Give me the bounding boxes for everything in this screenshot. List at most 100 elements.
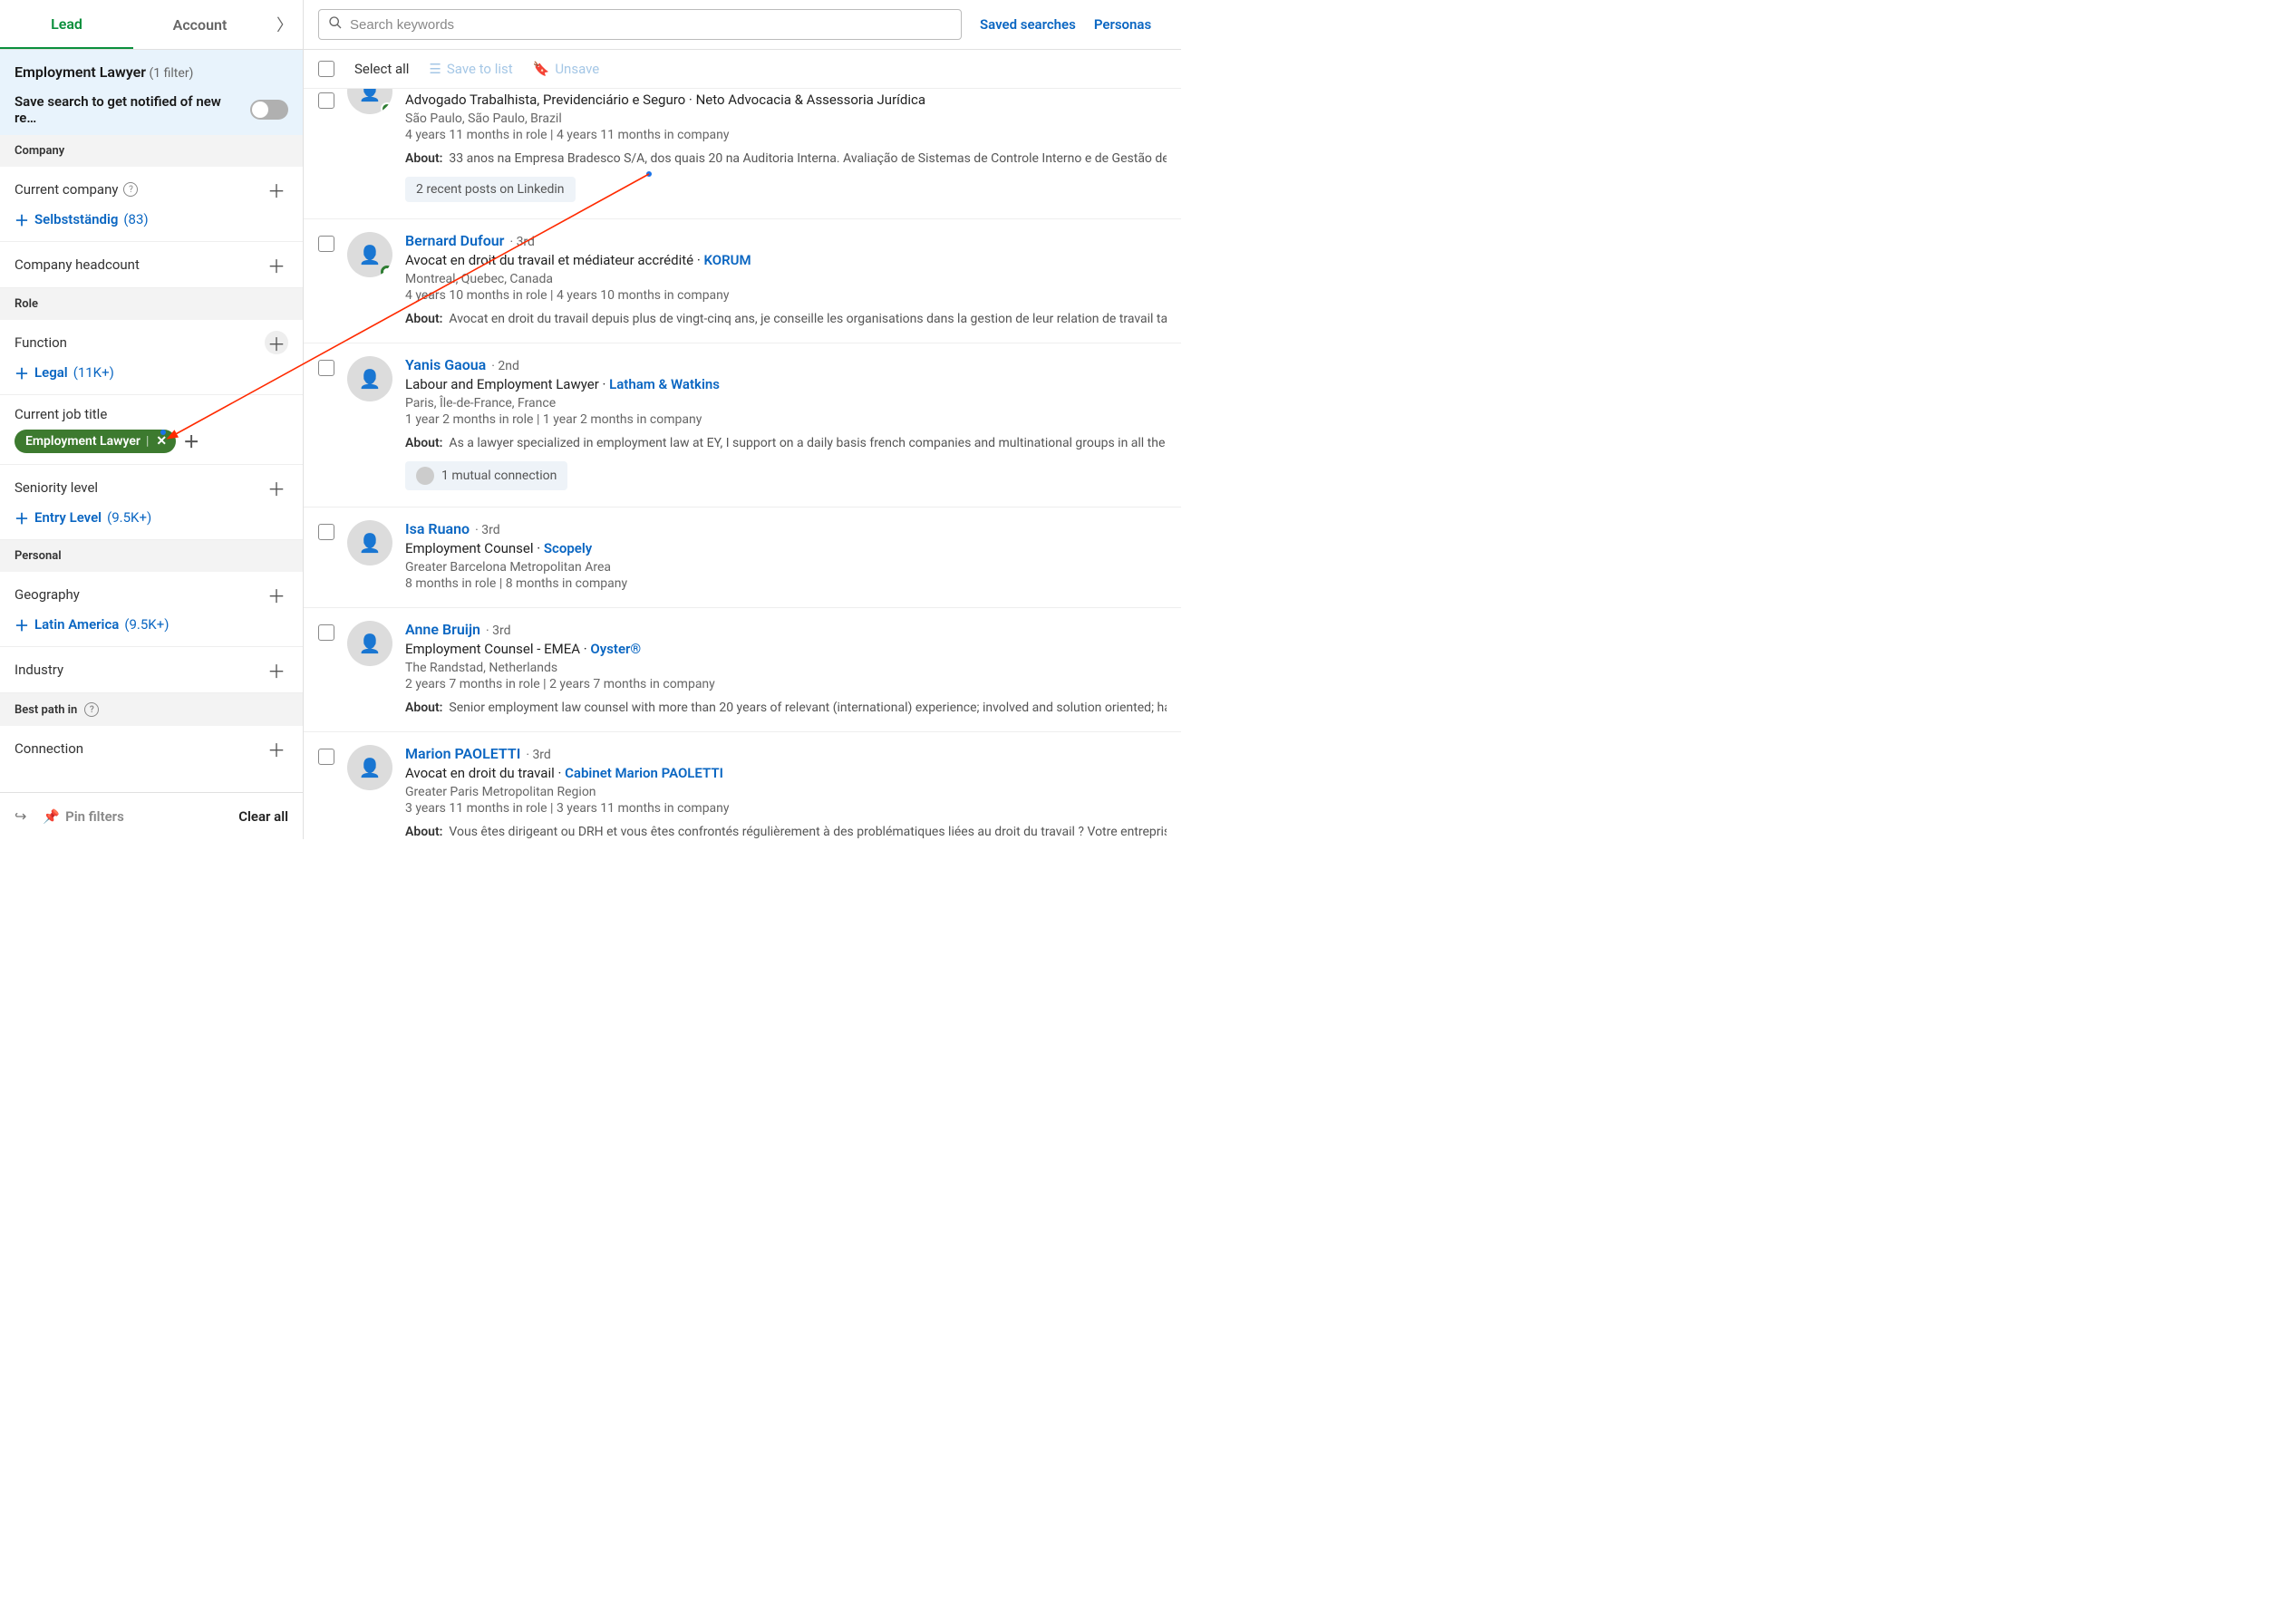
- result-chip[interactable]: 1 mutual connection: [405, 461, 567, 490]
- avatar[interactable]: 👤: [347, 621, 392, 666]
- add-filter-button[interactable]: ＋: [265, 476, 288, 499]
- bookmark-icon: 🔖: [533, 61, 550, 77]
- about-snippet: About: Senior employment law counsel wit…: [405, 701, 1167, 715]
- company-link[interactable]: Cabinet Marion PAOLETTI: [565, 765, 723, 781]
- avatar[interactable]: 👤: [347, 232, 392, 277]
- result-checkbox[interactable]: [318, 624, 334, 641]
- tab-account[interactable]: Account: [133, 0, 266, 49]
- search-icon: [328, 15, 343, 34]
- add-filter-button[interactable]: ＋: [265, 658, 288, 682]
- filter-value-seniority[interactable]: ＋ Entry Level (9.5K+): [15, 507, 288, 528]
- filter-value-count: (11K+): [73, 364, 114, 381]
- result-tenure: 1 year 2 months in role | 1 year 2 month…: [405, 412, 1167, 427]
- save-search-toggle[interactable]: [250, 100, 288, 120]
- result-checkbox[interactable]: [318, 524, 334, 540]
- avatar[interactable]: 👤: [347, 356, 392, 401]
- result-checkbox[interactable]: [318, 749, 334, 765]
- company-link[interactable]: Scopely: [544, 540, 592, 556]
- saved-searches-link[interactable]: Saved searches: [980, 16, 1076, 33]
- search-keywords-box[interactable]: [318, 9, 962, 40]
- main-panel: Saved searches Personas Select all ☰ Sav…: [304, 0, 1181, 839]
- sidebar-footer: ↪ 📌 Pin filters Clear all: [0, 792, 303, 839]
- avatar[interactable]: 👤: [347, 88, 392, 114]
- filter-value-current-company[interactable]: ＋ Selbstständig (83): [15, 208, 288, 230]
- result-name-link[interactable]: Anne Bruijn: [405, 621, 480, 638]
- unsave-label: Unsave: [555, 61, 599, 77]
- filter-geography: Geography ＋ ＋ Latin America (9.5K+): [0, 572, 303, 647]
- pin-filters-button[interactable]: 📌 Pin filters: [43, 808, 123, 825]
- about-snippet: About: Vous êtes dirigeant ou DRH et vou…: [405, 825, 1167, 839]
- section-role: Role: [0, 288, 303, 320]
- result-checkbox[interactable]: [318, 360, 334, 376]
- tab-lead[interactable]: Lead: [0, 0, 133, 49]
- avatar[interactable]: 👤: [347, 745, 392, 790]
- result-name-link[interactable]: Isa Ruano: [405, 520, 470, 537]
- result-headline: Avocat en droit du travail et médiateur …: [405, 252, 1167, 268]
- tabs-expand-chevron[interactable]: 〉: [266, 0, 303, 49]
- result-name-link[interactable]: Marion PAOLETTI: [405, 745, 520, 762]
- redo-icon[interactable]: ↪: [15, 807, 26, 825]
- result-headline: Employment Counsel · Scopely: [405, 540, 1167, 556]
- result-tenure: 2 years 7 months in role | 2 years 7 mon…: [405, 677, 1167, 691]
- add-filter-button[interactable]: ＋: [265, 253, 288, 276]
- filter-value-label: Entry Level: [34, 509, 102, 526]
- pin-icon: 📌: [43, 808, 60, 825]
- connection-degree: · 3rd: [486, 624, 511, 638]
- search-result: 👤 Bernard Dufour · 3rd Avocat en droit d…: [304, 219, 1181, 343]
- filter-value-count: (9.5K+): [124, 616, 169, 633]
- unsave-button[interactable]: 🔖 Unsave: [533, 61, 600, 77]
- filter-value-function[interactable]: ＋ Legal (11K+): [15, 362, 288, 383]
- result-headline: Labour and Employment Lawyer · Latham & …: [405, 376, 1167, 392]
- result-checkbox[interactable]: [318, 92, 334, 109]
- plus-icon: ＋: [15, 208, 29, 230]
- presence-away-icon: [381, 266, 392, 277]
- filter-pill-employment-lawyer[interactable]: Employment Lawyer | ✕: [15, 430, 176, 453]
- result-headline: Advogado Trabalhista, Previdenciário e S…: [405, 92, 1167, 108]
- plus-icon: ＋: [15, 614, 29, 635]
- about-snippet: About: Avocat en droit du travail depuis…: [405, 312, 1167, 326]
- filter-label: Function: [15, 334, 67, 351]
- personas-link[interactable]: Personas: [1094, 16, 1151, 33]
- add-filter-button[interactable]: ＋: [265, 178, 288, 201]
- help-icon[interactable]: ?: [84, 702, 99, 717]
- select-all-checkbox[interactable]: [318, 61, 334, 77]
- result-checkbox[interactable]: [318, 236, 334, 252]
- filter-value-label: Selbstständig: [34, 211, 118, 227]
- clear-all-button[interactable]: Clear all: [238, 808, 288, 825]
- about-snippet: About: As a lawyer specialized in employ…: [405, 436, 1167, 450]
- about-snippet: About: 33 anos na Empresa Bradesco S/A, …: [405, 151, 1167, 166]
- mini-avatar: [416, 467, 434, 485]
- plus-icon: ＋: [15, 507, 29, 528]
- help-icon[interactable]: ?: [123, 182, 138, 197]
- connection-degree: · 3rd: [526, 748, 551, 762]
- add-filter-button[interactable]: ＋: [265, 583, 288, 606]
- topbar: Saved searches Personas: [304, 0, 1181, 50]
- filter-value-geography[interactable]: ＋ Latin America (9.5K+): [15, 614, 288, 635]
- result-name-link[interactable]: Yanis Gaoua: [405, 356, 486, 373]
- save-to-list-label: Save to list: [447, 61, 513, 77]
- result-location: Greater Paris Metropolitan Region: [405, 785, 1167, 799]
- filter-label: Company headcount: [15, 256, 140, 273]
- company-link[interactable]: Latham & Watkins: [609, 376, 720, 392]
- save-to-list-button[interactable]: ☰ Save to list: [429, 61, 512, 77]
- add-filter-button[interactable]: ＋: [265, 737, 288, 760]
- search-filter-count: (1 filter): [150, 66, 194, 81]
- avatar[interactable]: 👤: [347, 520, 392, 566]
- filter-function: Function ＋ ＋ Legal (11K+): [0, 320, 303, 395]
- filter-label: Geography: [15, 586, 80, 603]
- search-result: 👤 Marion PAOLETTI · 3rd Avocat en droit …: [304, 732, 1181, 839]
- search-keywords-input[interactable]: [350, 17, 952, 33]
- result-name-link[interactable]: Bernard Dufour: [405, 232, 504, 249]
- search-result: 👤 Anne Bruijn · 3rd Employment Counsel -…: [304, 608, 1181, 732]
- result-tenure: 4 years 10 months in role | 4 years 10 m…: [405, 288, 1167, 303]
- add-filter-button[interactable]: ＋: [265, 331, 288, 354]
- result-tenure: 8 months in role | 8 months in company: [405, 576, 1167, 591]
- connection-degree: · 2nd: [491, 359, 519, 373]
- company-link[interactable]: KORUM: [703, 252, 751, 268]
- result-headline: Employment Counsel - EMEA · Oyster®: [405, 641, 1167, 657]
- filter-label: Current job title: [15, 406, 107, 422]
- pill-remove-icon[interactable]: ✕: [154, 434, 169, 449]
- add-pill-button[interactable]: ＋: [183, 430, 199, 453]
- result-chip[interactable]: 2 recent posts on Linkedin: [405, 177, 576, 202]
- company-link[interactable]: Oyster®: [590, 641, 641, 657]
